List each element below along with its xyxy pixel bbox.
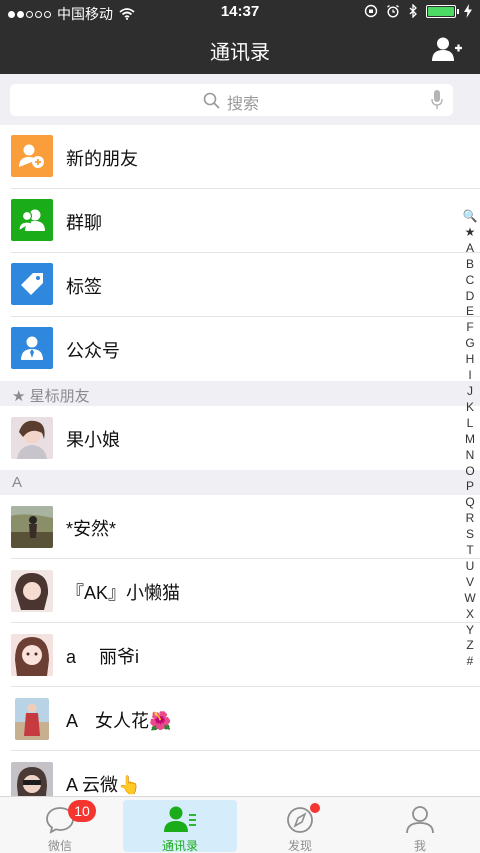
avatar [15,698,49,740]
contact-name: 果小娘 [66,430,120,450]
add-friend-icon [11,135,53,177]
tab-label: 发现 [287,839,312,853]
group-chat-icon [11,199,53,241]
list-item-label: 公众号 [66,341,120,361]
index-letter[interactable]: T [466,543,473,559]
alphabet-index[interactable]: 🔍 ★ A B C D E F G H I J K L M N O P Q R … [463,209,478,670]
notification-dot [310,803,320,813]
tab-label: 通讯录 [161,839,198,853]
index-letter[interactable]: C [466,273,475,289]
index-letter[interactable]: M [465,432,475,448]
tag-icon [11,263,53,305]
official-account-icon [11,327,53,369]
section-title: A [12,474,23,491]
index-letter[interactable]: G [465,336,474,352]
battery-icon [426,4,459,18]
add-contact-icon[interactable] [432,36,462,62]
me-profile-icon [406,806,434,834]
index-letter[interactable]: B [466,257,474,273]
index-letter[interactable]: F [466,320,473,336]
search-placeholder: 搜索 [227,96,260,113]
section-header-a: A [0,470,480,495]
list-item-new-friends[interactable]: 新的朋友 [0,125,480,189]
tab-discover[interactable]: 发现 [240,797,360,853]
index-letter[interactable]: R [466,511,475,527]
microphone-icon[interactable] [431,90,443,110]
avatar [11,417,53,459]
bluetooth-icon [409,4,417,18]
index-letter[interactable]: J [467,384,473,400]
contact-name: *安然* [66,519,117,539]
index-letter[interactable]: K [466,400,474,416]
index-letter[interactable]: W [464,591,475,607]
index-letter[interactable]: N [466,448,475,464]
contact-name: A 云微👆 [66,775,141,795]
index-letter[interactable]: U [466,559,475,575]
orientation-lock-icon [364,4,378,18]
status-bar: 中国移动 14:37 [0,0,480,24]
contact-row[interactable]: 果小娘 [0,406,480,470]
list-item-label: 标签 [66,277,102,297]
index-letter[interactable]: V [466,575,474,591]
contact-row[interactable]: A 女人花🌺 [0,687,480,751]
page-title: 通讯录 [210,42,270,64]
index-letter[interactable]: X [466,607,474,623]
contact-row[interactable]: 『AK』小懒猫 [0,559,480,623]
list-item-group-chats[interactable]: 群聊 [0,189,480,253]
contacts-icon [164,806,196,832]
list-item-tags[interactable]: 标签 [0,253,480,317]
index-letter[interactable]: # [467,654,474,670]
unread-badge: 10 [68,800,96,822]
status-right [364,4,472,18]
index-letter[interactable]: D [466,289,475,305]
contact-name: a 丽爷i [66,647,140,667]
tab-bar: 10 微信 通讯录 发现 我 [0,796,480,853]
contact-row[interactable]: a 丽爷i [0,623,480,687]
contact-row[interactable]: *安然* [0,495,480,559]
list-item-label: 新的朋友 [66,149,138,169]
tab-me[interactable]: 我 [360,797,480,853]
index-letter[interactable]: A [466,241,474,257]
tab-chats[interactable]: 10 微信 [0,797,120,853]
index-letter[interactable]: S [466,527,474,543]
charging-icon [464,4,472,18]
search-area: 搜索 [0,74,480,126]
contact-name: 『AK』小懒猫 [66,583,181,603]
avatar [11,506,53,548]
nav-bar: 通讯录 [0,24,480,74]
section-title: ★ 星标朋友 [12,388,90,405]
search-icon [203,92,220,109]
index-letter[interactable]: E [466,304,474,320]
contact-name: A 女人花🌺 [66,711,172,731]
index-letter[interactable]: H [466,352,475,368]
tab-label: 微信 [47,839,72,853]
index-letter[interactable]: Z [466,638,473,654]
index-letter[interactable]: P [466,479,474,495]
tab-contacts[interactable]: 通讯录 [120,797,240,853]
index-letter[interactable]: Q [465,495,474,511]
alarm-icon [387,4,399,18]
section-header-starred: ★ 星标朋友 [0,381,480,406]
list-item-official-accounts[interactable]: 公众号 [0,317,480,381]
avatar [11,634,53,676]
index-star-icon[interactable]: ★ [465,225,476,241]
index-search-icon[interactable]: 🔍 [463,209,478,225]
search-input[interactable]: 搜索 [10,84,453,116]
index-letter[interactable]: I [468,368,471,384]
list-item-label: 群聊 [66,213,102,233]
tab-label: 我 [413,839,426,853]
index-letter[interactable]: L [467,416,474,432]
index-letter[interactable]: O [465,464,474,480]
star-icon: ★ [12,388,26,405]
index-letter[interactable]: Y [466,623,474,639]
avatar [11,570,53,612]
